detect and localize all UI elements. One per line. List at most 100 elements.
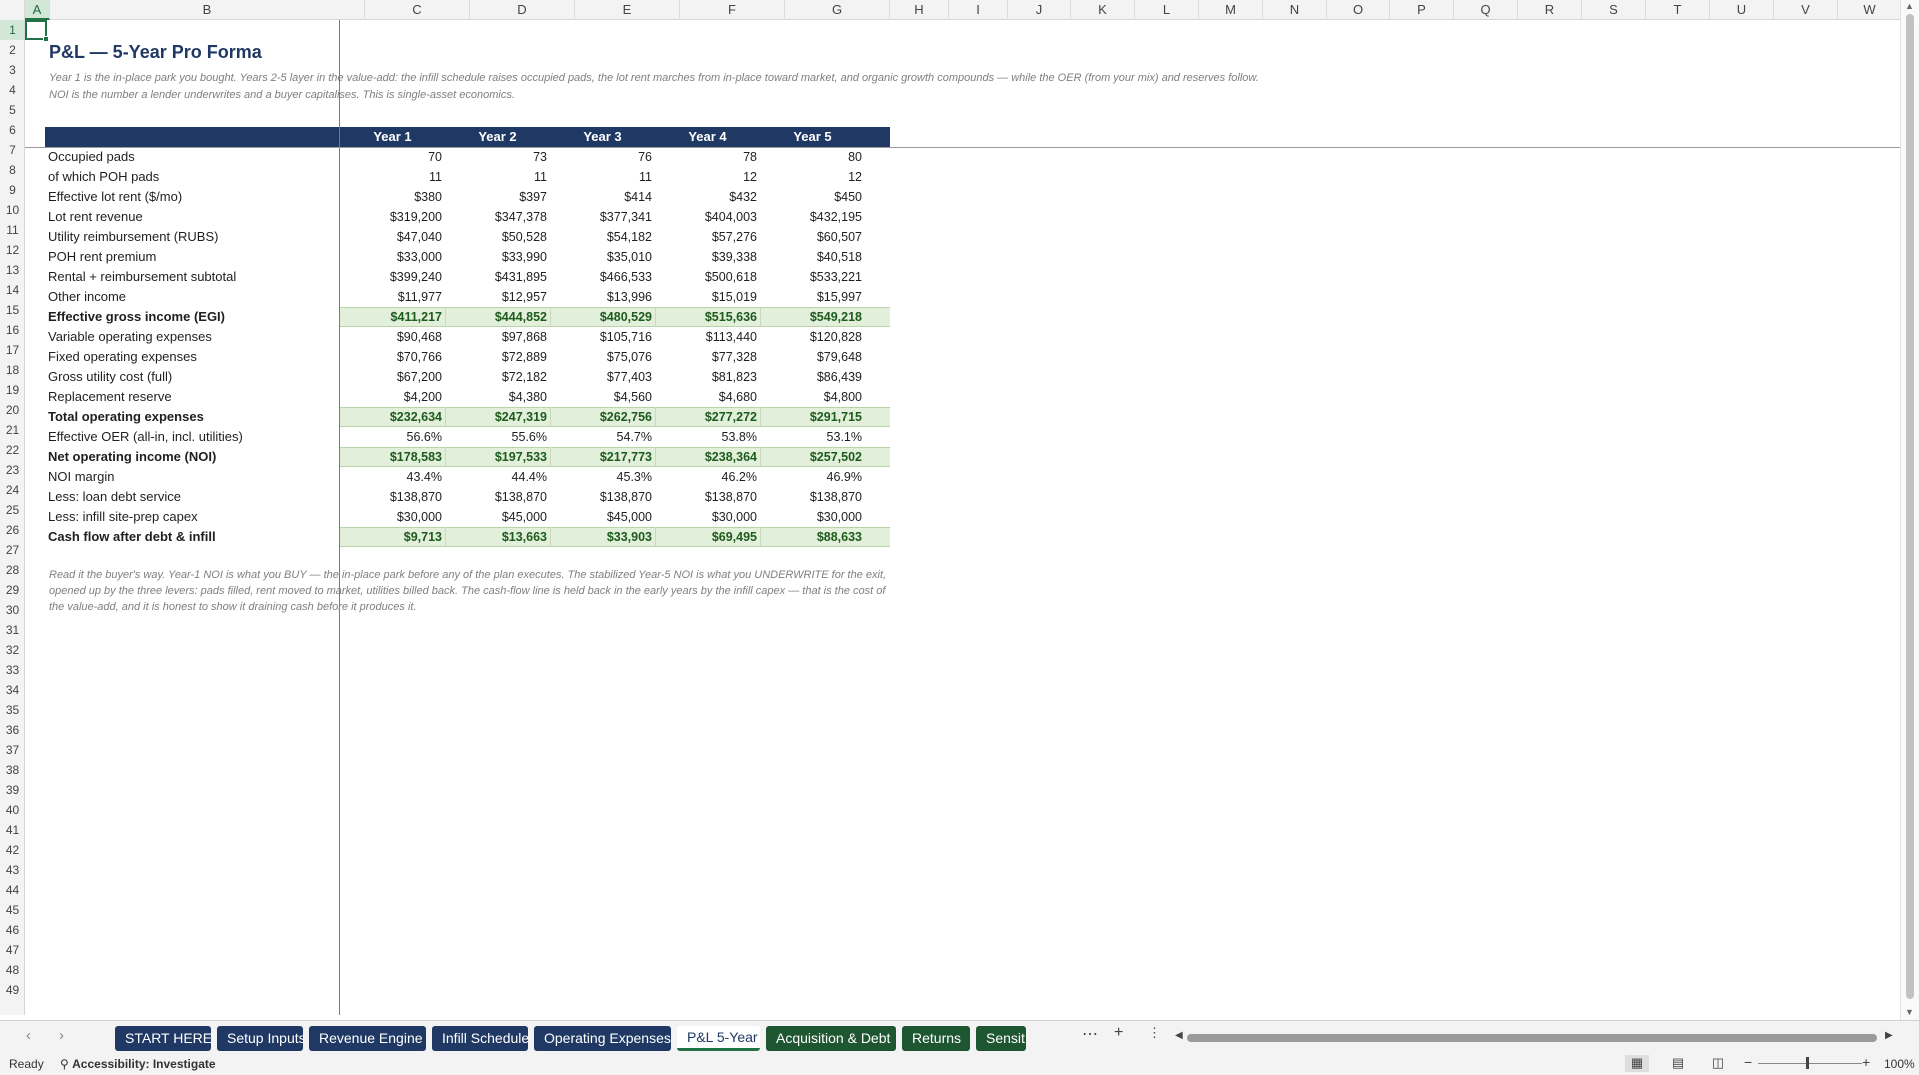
- row-header-14[interactable]: 14: [0, 280, 24, 300]
- value-cell-year-4[interactable]: $238,364: [655, 447, 759, 467]
- row-header-36[interactable]: 36: [0, 720, 24, 740]
- value-cell-year-5[interactable]: $450: [760, 187, 864, 207]
- row-header-23[interactable]: 23: [0, 460, 24, 480]
- line-label[interactable]: Effective lot rent ($/mo): [48, 187, 182, 207]
- vertical-scroll-thumb[interactable]: [1906, 14, 1914, 999]
- value-cell-year-3[interactable]: $77,403: [550, 367, 654, 387]
- row-header-43[interactable]: 43: [0, 860, 24, 880]
- scroll-up-icon[interactable]: ▲: [1905, 1, 1914, 11]
- row-header-26[interactable]: 26: [0, 520, 24, 540]
- value-cell-year-1[interactable]: $380: [340, 187, 444, 207]
- value-cell-year-5[interactable]: 80: [760, 147, 864, 167]
- line-label[interactable]: Variable operating expenses: [48, 327, 212, 347]
- value-cell-year-3[interactable]: $33,903: [550, 527, 654, 547]
- worksheet-grid[interactable]: P&L — 5-Year Pro Forma Year 1 is the in-…: [25, 20, 1900, 1015]
- row-header-10[interactable]: 10: [0, 200, 24, 220]
- line-label[interactable]: Effective gross income (EGI): [48, 307, 225, 327]
- value-cell-year-4[interactable]: $515,636: [655, 307, 759, 327]
- line-label[interactable]: Less: loan debt service: [48, 487, 181, 507]
- value-cell-year-2[interactable]: $397: [445, 187, 549, 207]
- row-header-29[interactable]: 29: [0, 580, 24, 600]
- value-cell-year-4[interactable]: $500,618: [655, 267, 759, 287]
- row-header-16[interactable]: 16: [0, 320, 24, 340]
- value-cell-year-2[interactable]: $431,895: [445, 267, 549, 287]
- sheet-tab[interactable]: Returns: [902, 1026, 970, 1051]
- value-cell-year-4[interactable]: $77,328: [655, 347, 759, 367]
- value-cell-year-4[interactable]: $432: [655, 187, 759, 207]
- value-cell-year-2[interactable]: $12,957: [445, 287, 549, 307]
- value-cell-year-1[interactable]: $138,870: [340, 487, 444, 507]
- select-all-corner[interactable]: [0, 0, 25, 20]
- value-cell-year-4[interactable]: 53.8%: [655, 427, 759, 447]
- row-header-39[interactable]: 39: [0, 780, 24, 800]
- value-cell-year-5[interactable]: $15,997: [760, 287, 864, 307]
- zoom-slider[interactable]: [1758, 1063, 1862, 1064]
- value-cell-year-3[interactable]: $377,341: [550, 207, 654, 227]
- value-cell-year-5[interactable]: $86,439: [760, 367, 864, 387]
- value-cell-year-5[interactable]: $79,648: [760, 347, 864, 367]
- line-label[interactable]: NOI margin: [48, 467, 114, 487]
- line-label[interactable]: Gross utility cost (full): [48, 367, 172, 387]
- value-cell-year-1[interactable]: $11,977: [340, 287, 444, 307]
- value-cell-year-1[interactable]: 70: [340, 147, 444, 167]
- value-cell-year-1[interactable]: $178,583: [340, 447, 444, 467]
- zoom-slider-knob[interactable]: [1806, 1057, 1809, 1069]
- line-label[interactable]: Replacement reserve: [48, 387, 172, 407]
- value-cell-year-4[interactable]: $15,019: [655, 287, 759, 307]
- value-cell-year-5[interactable]: 46.9%: [760, 467, 864, 487]
- value-cell-year-2[interactable]: $347,378: [445, 207, 549, 227]
- value-cell-year-1[interactable]: $411,217: [340, 307, 444, 327]
- value-cell-year-1[interactable]: $47,040: [340, 227, 444, 247]
- column-header-b[interactable]: B: [50, 0, 365, 20]
- column-header-m[interactable]: M: [1199, 0, 1263, 20]
- row-header-44[interactable]: 44: [0, 880, 24, 900]
- value-cell-year-4[interactable]: $57,276: [655, 227, 759, 247]
- row-header-24[interactable]: 24: [0, 480, 24, 500]
- row-header-48[interactable]: 48: [0, 960, 24, 980]
- value-cell-year-1[interactable]: 11: [340, 167, 444, 187]
- row-header-4[interactable]: 4: [0, 80, 24, 100]
- tab-next-icon[interactable]: ›: [59, 1027, 64, 1044]
- value-cell-year-1[interactable]: 43.4%: [340, 467, 444, 487]
- column-header-g[interactable]: G: [785, 0, 890, 20]
- line-label[interactable]: Other income: [48, 287, 126, 307]
- value-cell-year-4[interactable]: $30,000: [655, 507, 759, 527]
- zoom-level[interactable]: 100%: [1884, 1057, 1915, 1071]
- line-label[interactable]: Lot rent revenue: [48, 207, 143, 227]
- line-label[interactable]: Net operating income (NOI): [48, 447, 216, 467]
- horizontal-scroll-thumb[interactable]: [1187, 1034, 1877, 1042]
- value-cell-year-1[interactable]: $30,000: [340, 507, 444, 527]
- value-cell-year-1[interactable]: 56.6%: [340, 427, 444, 447]
- column-header-n[interactable]: N: [1263, 0, 1327, 20]
- sheet-tab[interactable]: Setup Inputs: [217, 1026, 303, 1051]
- column-header-t[interactable]: T: [1646, 0, 1710, 20]
- column-header-u[interactable]: U: [1710, 0, 1774, 20]
- value-cell-year-2[interactable]: 55.6%: [445, 427, 549, 447]
- row-header-2[interactable]: 2: [0, 40, 24, 60]
- column-header-l[interactable]: L: [1135, 0, 1199, 20]
- value-cell-year-1[interactable]: $67,200: [340, 367, 444, 387]
- normal-view-icon[interactable]: ▦: [1625, 1055, 1649, 1072]
- page-layout-view-icon[interactable]: ▤: [1666, 1055, 1690, 1072]
- value-cell-year-1[interactable]: $70,766: [340, 347, 444, 367]
- sheet-tab[interactable]: Acquisition & Debt: [766, 1026, 896, 1051]
- line-label[interactable]: of which POH pads: [48, 167, 159, 187]
- value-cell-year-2[interactable]: $72,889: [445, 347, 549, 367]
- value-cell-year-4[interactable]: 78: [655, 147, 759, 167]
- column-header-a[interactable]: A: [25, 0, 50, 20]
- value-cell-year-2[interactable]: 44.4%: [445, 467, 549, 487]
- row-header-25[interactable]: 25: [0, 500, 24, 520]
- scroll-down-icon[interactable]: ▼: [1905, 1007, 1914, 1017]
- value-cell-year-5[interactable]: $533,221: [760, 267, 864, 287]
- value-cell-year-3[interactable]: $480,529: [550, 307, 654, 327]
- row-header-37[interactable]: 37: [0, 740, 24, 760]
- zoom-in-icon[interactable]: +: [1862, 1054, 1870, 1070]
- value-cell-year-4[interactable]: $113,440: [655, 327, 759, 347]
- value-cell-year-4[interactable]: $39,338: [655, 247, 759, 267]
- line-label[interactable]: Utility reimbursement (RUBS): [48, 227, 218, 247]
- column-header-i[interactable]: I: [949, 0, 1008, 20]
- line-label[interactable]: Effective OER (all-in, incl. utilities): [48, 427, 243, 447]
- value-cell-year-2[interactable]: $45,000: [445, 507, 549, 527]
- row-header-49[interactable]: 49: [0, 980, 24, 1000]
- value-cell-year-2[interactable]: $4,380: [445, 387, 549, 407]
